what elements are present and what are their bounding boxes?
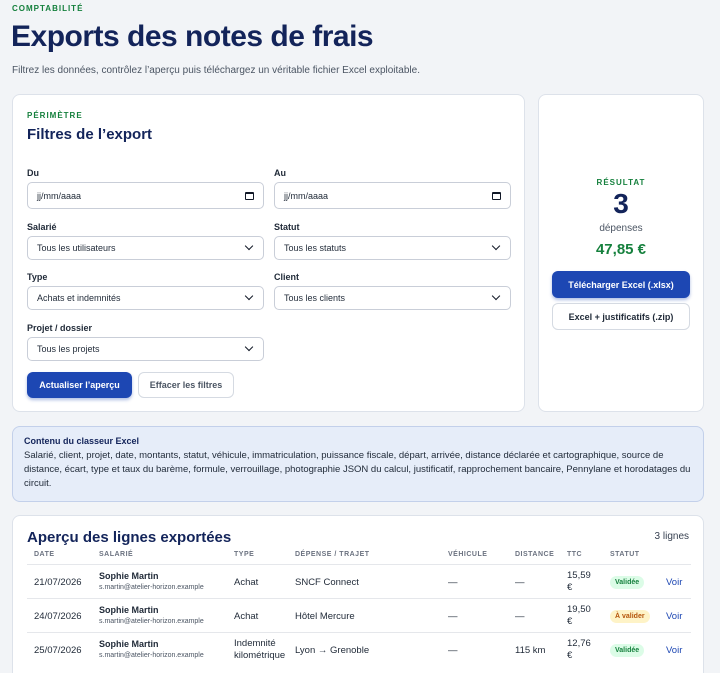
chevron-down-icon [244,241,254,251]
row-employee-email: s.martin@atelier-horizon.example [99,584,204,591]
chevron-down-icon [491,241,501,251]
preview-row-count: 3 lignes [654,531,689,542]
calendar-icon[interactable] [245,191,254,200]
calendar-icon[interactable] [492,191,501,200]
row-type: Indemnité kilométrique [234,638,286,661]
to-date-input[interactable]: jj/mm/aaaa [274,182,511,209]
workbook-info-box: Contenu du classeur Excel Salarié, clien… [12,426,704,502]
table-row: 25/07/2026 Sophie Martin s.martin@atelie… [27,632,691,672]
view-link[interactable]: Voir [666,611,682,622]
filters-card: PÉRIMÈTRE Filtres de l’export Du jj/mm/a… [12,94,525,412]
workbook-info-title: Contenu du classeur Excel [24,436,140,446]
type-select-value: Achats et indemnités [37,293,121,303]
from-label: Du [27,168,39,178]
view-link[interactable]: Voir [666,645,682,656]
chevron-down-icon [491,291,501,301]
row-date: 24/07/2026 [34,611,82,622]
row-ttc: 12,76 € [567,638,591,661]
filters-title: Filtres de l’export [27,126,153,143]
row-ttc: 19,50 € [567,604,591,627]
page-subtitle: Filtrez les données, contrôlez l’aperçu … [12,65,420,76]
row-type: Achat [234,611,259,622]
column-header-ttc: TTC [567,551,583,558]
row-expense: Lyon → Grenoble [295,645,370,656]
row-employee-name: Sophie Martin [99,571,159,581]
row-date: 25/07/2026 [34,645,82,656]
table-row: 24/07/2026 Sophie Martin s.martin@atelie… [27,598,691,632]
column-header-status: STATUT [610,551,640,558]
workbook-info-body: Salarié, client, projet, date, montants,… [24,450,691,489]
status-select[interactable]: Tous les statuts [274,236,511,260]
employee-label: Salarié [27,222,57,232]
row-distance: — [515,611,525,622]
clear-filters-button[interactable]: Effacer les filtres [138,372,234,398]
download-excel-button[interactable]: Télécharger Excel (.xlsx) [552,271,690,298]
status-badge: Validée [610,644,645,657]
to-date-placeholder: jj/mm/aaaa [284,190,329,201]
status-label: Statut [274,222,300,232]
row-vehicle: — [448,645,458,656]
row-employee-name: Sophie Martin [99,605,159,615]
status-select-value: Tous les statuts [284,243,347,253]
project-label: Projet / dossier [27,323,93,333]
status-badge: Validée [610,576,645,589]
result-card: RÉSULTAT 3 dépenses 47,85 € Télécharger … [538,94,704,412]
table-row: 21/07/2026 Sophie Martin s.martin@atelie… [27,564,691,598]
row-type: Achat [234,577,259,588]
column-header-type: TYPE [234,551,255,558]
project-select-value: Tous les projets [37,344,100,354]
row-distance: — [515,577,525,588]
chevron-down-icon [244,291,254,301]
project-select[interactable]: Tous les projets [27,337,264,361]
row-distance: 115 km [515,645,546,656]
filters-eyebrow: PÉRIMÈTRE [27,111,83,120]
result-total: 47,85 € [595,241,647,258]
type-select[interactable]: Achats et indemnités [27,286,264,310]
row-expense: Hôtel Mercure [295,611,355,622]
row-employee-email: s.martin@atelier-horizon.example [99,652,204,659]
view-link[interactable]: Voir [666,577,682,588]
to-label: Au [274,168,286,178]
result-eyebrow: RÉSULTAT [596,178,646,187]
row-vehicle: — [448,577,458,588]
preview-card: Aperçu des lignes exportées 3 lignes DAT… [12,515,704,673]
chevron-down-icon [244,342,254,352]
result-count: 3 [613,188,629,219]
client-select[interactable]: Tous les clients [274,286,511,310]
row-expense: SNCF Connect [295,577,359,588]
column-header-vehicle: VÉHICULE [448,551,488,558]
preview-title: Aperçu des lignes exportées [27,529,232,546]
row-date: 21/07/2026 [34,577,82,588]
page-title: Exports des notes de frais [11,20,374,53]
column-header-distance: DISTANCE [515,551,555,558]
from-date-input[interactable]: jj/mm/aaaa [27,182,264,209]
from-date-placeholder: jj/mm/aaaa [37,190,82,201]
column-header-date: DATE [34,551,55,558]
employee-select[interactable]: Tous les utilisateurs [27,236,264,260]
page-eyebrow: COMPTABILITÉ [12,4,84,13]
client-select-value: Tous les clients [284,293,346,303]
column-header-employee: SALARIÉ [99,551,134,558]
row-employee-email: s.martin@atelier-horizon.example [99,618,204,625]
row-ttc: 15,59 € [567,570,591,593]
row-employee-name: Sophie Martin [99,639,159,649]
column-header-expense: DÉPENSE / TRAJET [295,551,370,558]
result-unit: dépenses [599,223,643,234]
client-label: Client [274,272,300,282]
employee-select-value: Tous les utilisateurs [37,243,116,253]
type-label: Type [27,272,48,282]
download-zip-button[interactable]: Excel + justificatifs (.zip) [552,303,690,330]
row-vehicle: — [448,611,458,622]
refresh-preview-button[interactable]: Actualiser l’aperçu [27,372,132,398]
status-badge: À valider [610,610,650,623]
